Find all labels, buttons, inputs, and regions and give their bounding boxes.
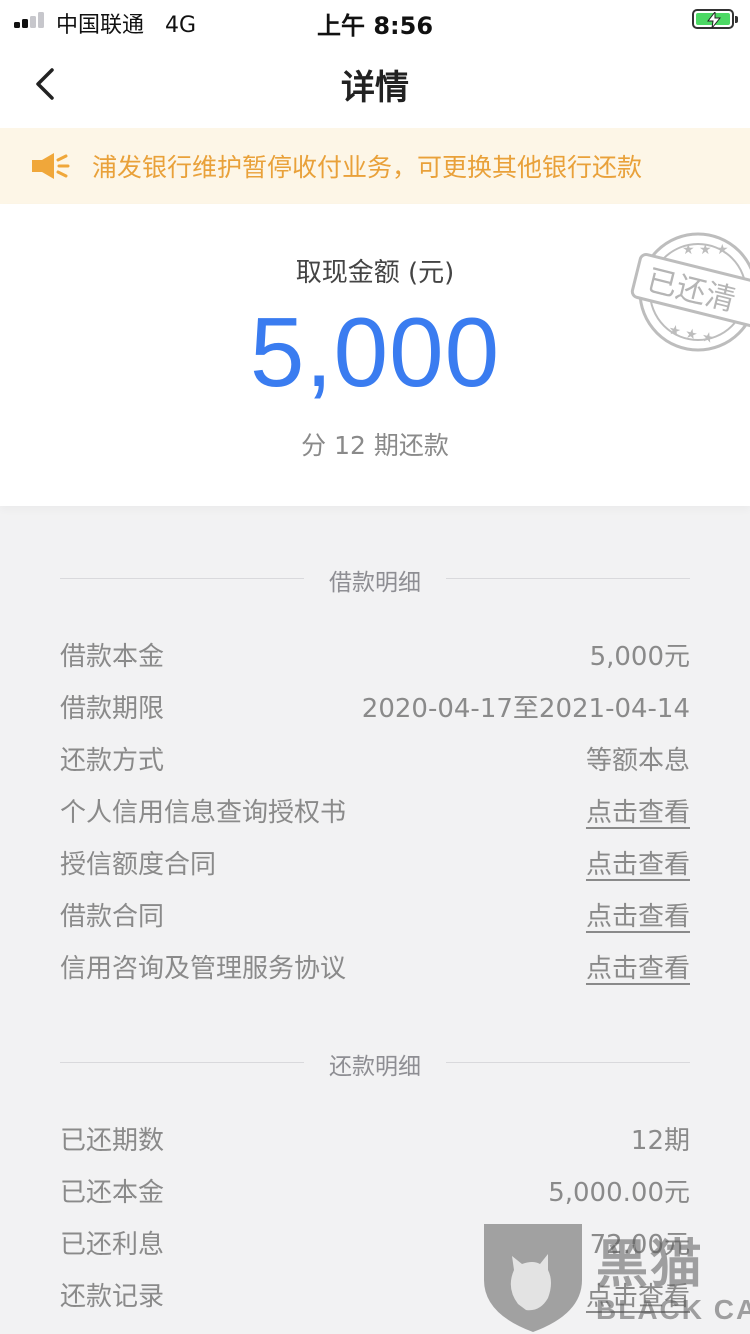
detail-row: 借款期限 2020-04-17至2021-04-14	[60, 680, 690, 732]
view-credit-limit-contract-link[interactable]: 点击查看	[586, 844, 690, 881]
repay-details-header: 还款明细	[60, 1042, 690, 1082]
notice-text: 浦发银行维护暂停收付业务，可更换其他银行还款	[92, 153, 643, 182]
detail-label: 信用咨询及管理服务协议	[60, 954, 347, 984]
detail-label: 借款本金	[60, 642, 165, 672]
detail-value: 5,000.00元	[548, 1178, 690, 1208]
detail-value: 12期	[630, 1126, 690, 1156]
detail-label: 已还本金	[60, 1178, 165, 1208]
paid-off-stamp-icon: ★ ★ ★ ★ ★ ★ 已还清	[630, 232, 750, 352]
black-cat-logo-icon	[484, 1224, 582, 1332]
detail-row: 已还期数 12期	[60, 1112, 690, 1164]
view-loan-contract-link[interactable]: 点击查看	[586, 896, 690, 933]
detail-value: 2020-04-17至2021-04-14	[361, 694, 690, 724]
summary-card: 取现金额 (元) 5,000 分 12 期还款 ★ ★ ★ ★ ★ ★ 已还清	[0, 204, 750, 506]
charging-bolt-icon	[707, 12, 721, 28]
view-credit-authorization-link[interactable]: 点击查看	[586, 792, 690, 829]
watermark-cn: 黑猫	[596, 1236, 705, 1294]
detail-row: 授信额度合同 点击查看	[60, 836, 690, 888]
nav-bar: 详情	[0, 40, 750, 128]
section-title: 借款明细	[329, 570, 421, 596]
detail-label: 已还期数	[60, 1126, 165, 1156]
detail-row: 还款方式 等额本息	[60, 732, 690, 784]
detail-label: 授信额度合同	[60, 850, 217, 880]
detail-row: 个人信用信息查询授权书 点击查看	[60, 784, 690, 836]
detail-label: 借款期限	[60, 694, 165, 724]
view-service-agreement-link[interactable]: 点击查看	[586, 948, 690, 985]
status-bar: 中国联通 4G 上午 8:56	[0, 0, 750, 40]
svg-text:★ ★ ★: ★ ★ ★	[682, 242, 729, 258]
installments-text: 分 12 期还款	[301, 431, 449, 460]
battery-icon	[692, 9, 738, 29]
watermark-en: BLACK CAT	[596, 1294, 750, 1325]
detail-value: 5,000元	[589, 642, 690, 672]
detail-label: 还款方式	[60, 746, 165, 776]
detail-label: 还款记录	[60, 1282, 165, 1312]
detail-label: 个人信用信息查询授权书	[60, 798, 347, 828]
detail-row: 信用咨询及管理服务协议 点击查看	[60, 940, 690, 992]
detail-value: 等额本息	[585, 746, 690, 776]
speaker-icon	[32, 153, 70, 179]
detail-row: 已还本金 5,000.00元	[60, 1164, 690, 1216]
detail-label: 已还利息	[60, 1230, 165, 1260]
page-title: 详情	[341, 68, 409, 108]
detail-label: 借款合同	[60, 902, 165, 932]
loan-details-header: 借款明细	[60, 558, 690, 598]
detail-row: 借款合同 点击查看	[60, 888, 690, 940]
black-cat-watermark: 黑猫 BLACK CAT	[478, 1218, 750, 1334]
status-time: 上午 8:56	[316, 12, 434, 40]
notice-banner[interactable]: 浦发银行维护暂停收付业务，可更换其他银行还款	[0, 128, 750, 204]
detail-row: 借款本金 5,000元	[60, 628, 690, 680]
section-title: 还款明细	[329, 1054, 421, 1080]
